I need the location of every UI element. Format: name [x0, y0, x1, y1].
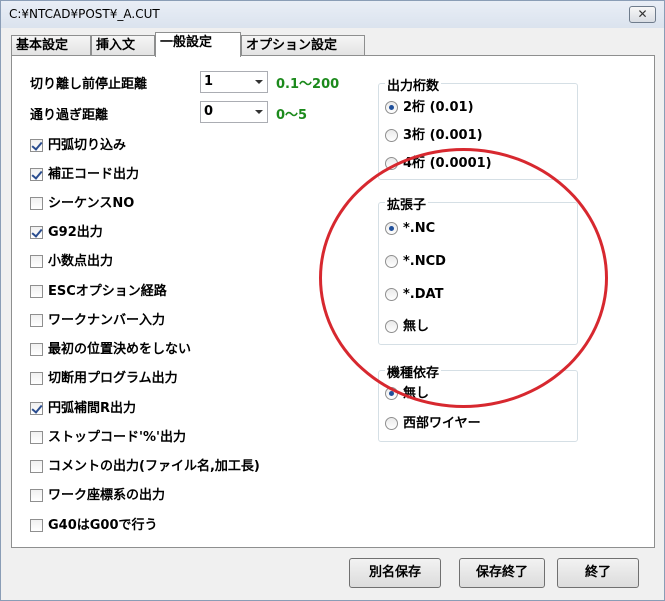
- radio-label: 無し: [403, 319, 430, 334]
- radio-label: 2桁 (0.01): [403, 100, 474, 115]
- tab-general-settings[interactable]: 一般設定: [155, 32, 241, 57]
- exit-button[interactable]: 終了: [557, 558, 639, 588]
- checkbox-label: ストップコード'%'出力: [48, 430, 186, 445]
- machine-dependent-group: 機種依存 無し 西部ワイヤー: [378, 362, 578, 442]
- checkbox-label: 円弧補間R出力: [48, 401, 137, 416]
- extension-group: 拡張子 *.NC *.NCD *.DAT 無し: [378, 194, 578, 345]
- checkbox-unchecked-icon[interactable]: [30, 372, 43, 385]
- checkbox-unchecked-icon[interactable]: [30, 519, 43, 532]
- tab-basic-settings[interactable]: 基本設定: [11, 35, 91, 56]
- radio-unselected-icon[interactable]: [385, 157, 398, 170]
- save-as-button[interactable]: 別名保存: [349, 558, 441, 588]
- pass-over-label: 通り過ぎ距離: [30, 108, 109, 123]
- checkbox-unchecked-icon[interactable]: [30, 285, 43, 298]
- save-exit-button[interactable]: 保存終了: [459, 558, 545, 588]
- radio-label: *.NC: [403, 221, 436, 236]
- group-title: 拡張子: [385, 194, 429, 213]
- radio-selected-icon[interactable]: [385, 222, 398, 235]
- checkbox-label: 補正コード出力: [48, 167, 140, 182]
- checkbox-checked-icon[interactable]: [30, 226, 43, 239]
- checkbox-label: ESCオプション経路: [48, 284, 167, 299]
- checkbox-unchecked-icon[interactable]: [30, 314, 43, 327]
- pass-over-range: 0〜5: [276, 108, 308, 123]
- dialog-window: C:¥NTCAD¥POST¥_A.CUT ✕ 基本設定 挿入文 一般設定 オプシ…: [0, 0, 665, 601]
- window-title: C:¥NTCAD¥POST¥_A.CUT: [9, 7, 160, 21]
- checkbox-checked-icon[interactable]: [30, 168, 43, 181]
- pass-over-value: 0: [204, 104, 214, 119]
- checkbox-label: シーケンスNO: [48, 196, 135, 211]
- cut-stop-combo[interactable]: 1: [200, 71, 268, 93]
- checkbox-label: 切断用プログラム出力: [48, 371, 178, 386]
- radio-label: *.NCD: [403, 254, 446, 269]
- radio-label: 3桁 (0.001): [403, 128, 483, 143]
- general-settings-panel: 切り離し前停止距離 1 0.1〜200 通り過ぎ距離 0 0〜5 円弧切り込み …: [11, 55, 655, 548]
- radio-unselected-icon[interactable]: [385, 417, 398, 430]
- tab-option-settings[interactable]: オプション設定: [241, 35, 365, 56]
- output-digits-group: 出力桁数 2桁 (0.01) 3桁 (0.001) 4桁 (0.0001): [378, 75, 578, 180]
- radio-selected-icon[interactable]: [385, 387, 398, 400]
- checkbox-unchecked-icon[interactable]: [30, 489, 43, 502]
- dropdown-arrow-icon[interactable]: [255, 110, 263, 114]
- radio-label: 無し: [403, 386, 430, 401]
- group-title: 出力桁数: [385, 75, 442, 94]
- checkbox-label: コメントの出力(ファイル名,加工長): [48, 459, 260, 474]
- pass-over-combo[interactable]: 0: [200, 101, 268, 123]
- radio-label: *.DAT: [403, 287, 444, 302]
- cut-stop-value: 1: [204, 74, 214, 89]
- checkbox-unchecked-icon[interactable]: [30, 460, 43, 473]
- dropdown-arrow-icon[interactable]: [255, 80, 263, 84]
- checkbox-label: ワーク座標系の出力: [48, 488, 166, 503]
- checkbox-label: 円弧切り込み: [48, 138, 127, 153]
- tab-insert-text[interactable]: 挿入文: [91, 35, 155, 56]
- checkbox-unchecked-icon[interactable]: [30, 197, 43, 210]
- checkbox-label: G40はG00で行う: [48, 518, 158, 533]
- checkbox-label: ワークナンバー入力: [48, 313, 166, 328]
- checkbox-checked-icon[interactable]: [30, 402, 43, 415]
- radio-unselected-icon[interactable]: [385, 129, 398, 142]
- group-title: 機種依存: [385, 362, 442, 381]
- checkbox-unchecked-icon[interactable]: [30, 431, 43, 444]
- title-bar: C:¥NTCAD¥POST¥_A.CUT ✕: [1, 1, 664, 28]
- checkbox-checked-icon[interactable]: [30, 139, 43, 152]
- checkbox-label: 最初の位置決めをしない: [48, 342, 192, 357]
- radio-unselected-icon[interactable]: [385, 288, 398, 301]
- checkbox-unchecked-icon[interactable]: [30, 343, 43, 356]
- radio-label: 4桁 (0.0001): [403, 156, 492, 171]
- cut-stop-range: 0.1〜200: [276, 77, 340, 92]
- close-button[interactable]: ✕: [629, 6, 656, 23]
- checkbox-label: 小数点出力: [48, 254, 114, 269]
- radio-unselected-icon[interactable]: [385, 255, 398, 268]
- checkbox-unchecked-icon[interactable]: [30, 255, 43, 268]
- radio-selected-icon[interactable]: [385, 101, 398, 114]
- radio-label: 西部ワイヤー: [403, 416, 481, 431]
- checkbox-label: G92出力: [48, 225, 103, 240]
- cut-stop-label: 切り離し前停止距離: [30, 77, 148, 92]
- radio-unselected-icon[interactable]: [385, 320, 398, 333]
